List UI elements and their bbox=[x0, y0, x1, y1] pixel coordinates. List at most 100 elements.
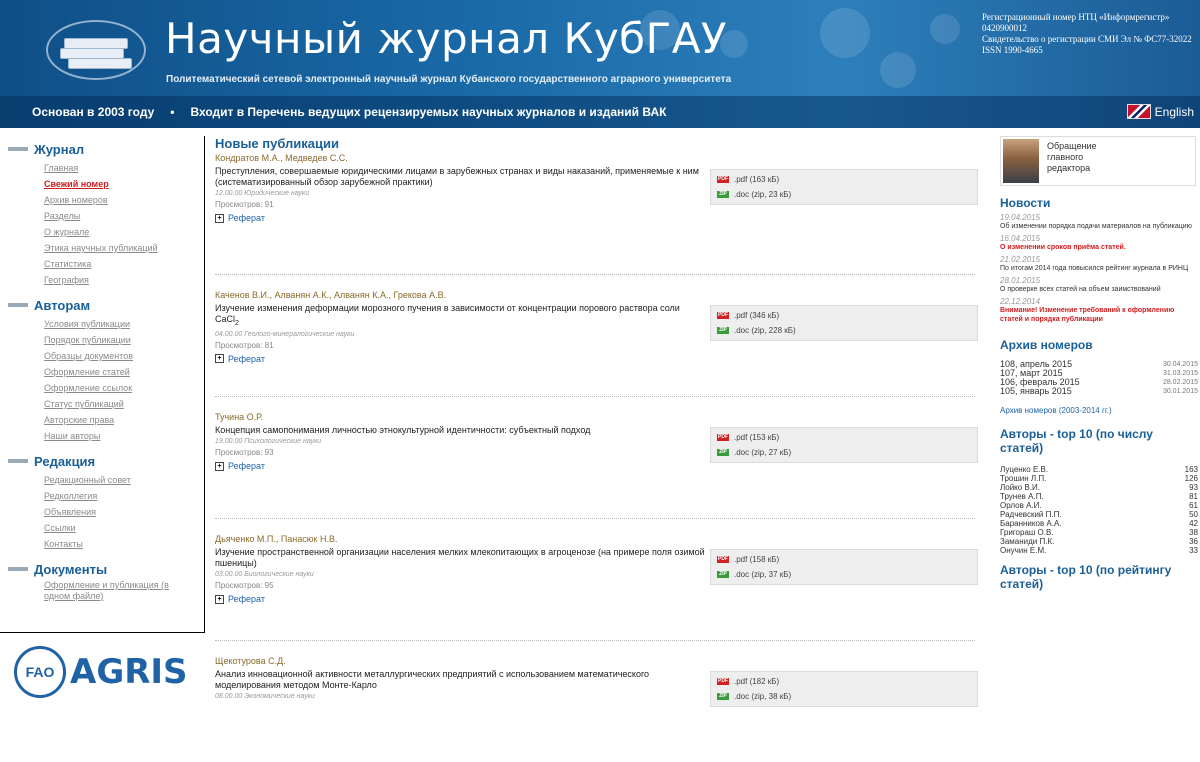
menu-item-reference-format[interactable]: Оформление ссылок bbox=[44, 380, 204, 396]
journal-menu: Главная Свежий номер Архив номеров Разде… bbox=[44, 160, 204, 288]
menu-item-home[interactable]: Главная bbox=[44, 160, 204, 176]
menu-item-archive[interactable]: Архив номеров bbox=[44, 192, 204, 208]
top-author-row[interactable]: Григораш О.В. 38 bbox=[1000, 528, 1198, 537]
pdf-icon: PDF bbox=[717, 312, 729, 319]
menu-item-editorial-board[interactable]: Редколлегия bbox=[44, 488, 204, 504]
section-title-documents: Документы bbox=[8, 560, 204, 578]
archive-issue-label: 105, январь 2015 bbox=[1000, 386, 1072, 396]
author-name: Онучин Е.М. bbox=[1000, 546, 1047, 555]
section-bar-icon bbox=[8, 459, 28, 463]
archive-issue[interactable]: 105, январь 2015 30.01.2015 bbox=[1000, 387, 1198, 396]
news-date: 28.01.2015 bbox=[1000, 276, 1041, 285]
doc-download[interactable]: ZIP .doc (zip, 37 кБ) bbox=[717, 567, 977, 582]
top-author-row[interactable]: Лойко В.И. 93 bbox=[1000, 483, 1198, 492]
author-name: Орлов А.И. bbox=[1000, 501, 1042, 510]
menu-item-announcements[interactable]: Объявления bbox=[44, 504, 204, 520]
pdf-download[interactable]: PDF .pdf (158 кБ) bbox=[717, 552, 977, 567]
publication-files: PDF .pdf (182 кБ) ZIP .doc (zip, 38 кБ) bbox=[710, 671, 978, 707]
abstract-toggle[interactable]: + Реферат bbox=[215, 354, 975, 364]
top-author-row[interactable]: Заманиди П.К. 36 bbox=[1000, 537, 1198, 546]
menu-item-about[interactable]: О журнале bbox=[44, 224, 204, 240]
doc-download[interactable]: ZIP .doc (zip, 27 кБ) bbox=[717, 445, 977, 460]
menu-item-publication-terms[interactable]: Условия публикации bbox=[44, 316, 204, 332]
menu-item-statistics[interactable]: Статистика bbox=[44, 256, 204, 272]
zip-icon: ZIP bbox=[717, 449, 729, 456]
menu-item-links[interactable]: Ссылки bbox=[44, 520, 204, 536]
author-count: 61 bbox=[1189, 501, 1198, 510]
publication-files: PDF .pdf (163 кБ) ZIP .doc (zip, 23 кБ) bbox=[710, 169, 978, 205]
menu-item-contacts[interactable]: Контакты bbox=[44, 536, 204, 552]
publication-authors[interactable]: Тучина О.Р. bbox=[215, 412, 975, 425]
publication-authors[interactable]: Щекотурова С.Д. bbox=[215, 656, 975, 669]
top-author-row[interactable]: Трошин Л.П. 126 bbox=[1000, 474, 1198, 483]
author-count: 163 bbox=[1184, 465, 1198, 474]
publication-title[interactable]: Изучение пространственной организации на… bbox=[215, 547, 705, 569]
pdf-label: .pdf (153 кБ) bbox=[734, 433, 780, 442]
news-link[interactable]: По итогам 2014 года повысился рейтинг жу… bbox=[1000, 264, 1198, 273]
top-author-row[interactable]: Трунев А.П. 81 bbox=[1000, 492, 1198, 501]
menu-item-ethics[interactable]: Этика научных публикаций bbox=[44, 240, 204, 256]
abstract-toggle[interactable]: + Реферат bbox=[215, 213, 975, 223]
top-author-row[interactable]: Баранников А.А. 42 bbox=[1000, 519, 1198, 528]
publication-authors[interactable]: Дьяченко М.П., Панасюк Н.В. bbox=[215, 534, 975, 547]
news-link[interactable]: Об изменении порядка подачи материалов н… bbox=[1000, 222, 1198, 231]
new-publications-title: Новые публикации bbox=[215, 136, 340, 151]
author-name: Григораш О.В. bbox=[1000, 528, 1054, 537]
archive-issue-date: 30.01.2015 bbox=[1162, 388, 1198, 395]
menu-item-our-authors[interactable]: Наши авторы bbox=[44, 428, 204, 444]
publication-authors[interactable]: Кондратов М.А., Медведев С.С. bbox=[215, 153, 975, 166]
publication-title[interactable]: Преступления, совершаемые юридическими л… bbox=[215, 166, 705, 188]
right-sidebar: Обращение главного редактора Новости 19.… bbox=[1000, 136, 1198, 591]
top-authors-articles-title: Авторы - top 10 (по числу статей) bbox=[1000, 427, 1153, 455]
pdf-download[interactable]: PDF .pdf (182 кБ) bbox=[717, 674, 977, 689]
top-author-row[interactable]: Радчевский П.П. 50 bbox=[1000, 510, 1198, 519]
pdf-download[interactable]: PDF .pdf (163 кБ) bbox=[717, 172, 977, 187]
menu-item-publication-order[interactable]: Порядок публикации bbox=[44, 332, 204, 348]
news-link[interactable]: О изменении сроков приёма статей. bbox=[1000, 243, 1198, 252]
top-author-row[interactable]: Онучин Е.М. 33 bbox=[1000, 546, 1198, 555]
menu-item-article-format[interactable]: Оформление статей bbox=[44, 364, 204, 380]
decor-circle bbox=[930, 14, 960, 44]
publication-authors[interactable]: Каченов В.И., Алванян А.К., Алванян К.А.… bbox=[215, 290, 975, 303]
author-name: Трошин Л.П. bbox=[1000, 474, 1047, 483]
editor-photo bbox=[1003, 139, 1039, 183]
menu-item-geography[interactable]: География bbox=[44, 272, 204, 288]
pdf-download[interactable]: PDF .pdf (346 кБ) bbox=[717, 308, 977, 323]
pdf-icon: PDF bbox=[717, 556, 729, 563]
author-count: 36 bbox=[1189, 537, 1198, 546]
news-link[interactable]: О проверке всех статей на объем заимство… bbox=[1000, 285, 1198, 294]
menu-item-current-issue[interactable]: Свежий номер bbox=[44, 176, 204, 192]
editor-address[interactable]: Обращение главного редактора bbox=[1000, 136, 1196, 186]
site-header: Научный журнал КубГАУ Политематический с… bbox=[0, 0, 1200, 128]
pdf-icon: PDF bbox=[717, 176, 729, 183]
menu-item-sections[interactable]: Разделы bbox=[44, 208, 204, 224]
publication-title[interactable]: Изучение изменения деформации морозного … bbox=[215, 303, 705, 329]
abstract-toggle[interactable]: + Реферат bbox=[215, 594, 975, 604]
author-count: 38 bbox=[1189, 528, 1198, 537]
top-author-row[interactable]: Орлов А.И. 61 bbox=[1000, 501, 1198, 510]
menu-item-editorial-council[interactable]: Редакционный совет bbox=[44, 472, 204, 488]
language-switch[interactable]: English bbox=[1126, 104, 1194, 119]
doc-download[interactable]: ZIP .doc (zip, 23 кБ) bbox=[717, 187, 977, 202]
top-author-row[interactable]: Луценко Е.В. 163 bbox=[1000, 465, 1198, 474]
menu-item-publication-status[interactable]: Статус публикаций bbox=[44, 396, 204, 412]
archive-old-link[interactable]: Архив номеров (2003-2014 гг.) bbox=[1000, 406, 1198, 415]
news-link[interactable]: Внимание! Изменение требований к оформле… bbox=[1000, 306, 1198, 324]
publication-title[interactable]: Концепция самопонимания личностью этноку… bbox=[215, 425, 705, 436]
documents-menu: Оформление и публикация (в одном файле) bbox=[44, 580, 204, 602]
doc-download[interactable]: ZIP .doc (zip, 38 кБ) bbox=[717, 689, 977, 704]
book-icon bbox=[68, 58, 132, 69]
agris-logo[interactable]: FAO AGRIS bbox=[14, 646, 188, 698]
pdf-label: .pdf (158 кБ) bbox=[734, 555, 780, 564]
journal-logo[interactable] bbox=[40, 14, 150, 86]
news-date: 21.02.2015 bbox=[1000, 255, 1041, 264]
menu-item-document-samples[interactable]: Образцы документов bbox=[44, 348, 204, 364]
publication-title-subscript: 2 bbox=[235, 319, 239, 327]
doc-download[interactable]: ZIP .doc (zip, 228 кБ) bbox=[717, 323, 977, 338]
section-title-editorial: Редакция bbox=[8, 452, 204, 470]
menu-item-format-single-file[interactable]: Оформление и публикация (в одном файле) bbox=[44, 580, 184, 602]
news-title: Новости bbox=[1000, 196, 1051, 210]
pdf-download[interactable]: PDF .pdf (153 кБ) bbox=[717, 430, 977, 445]
author-name: Лойко В.И. bbox=[1000, 483, 1040, 492]
menu-item-copyright[interactable]: Авторские права bbox=[44, 412, 204, 428]
